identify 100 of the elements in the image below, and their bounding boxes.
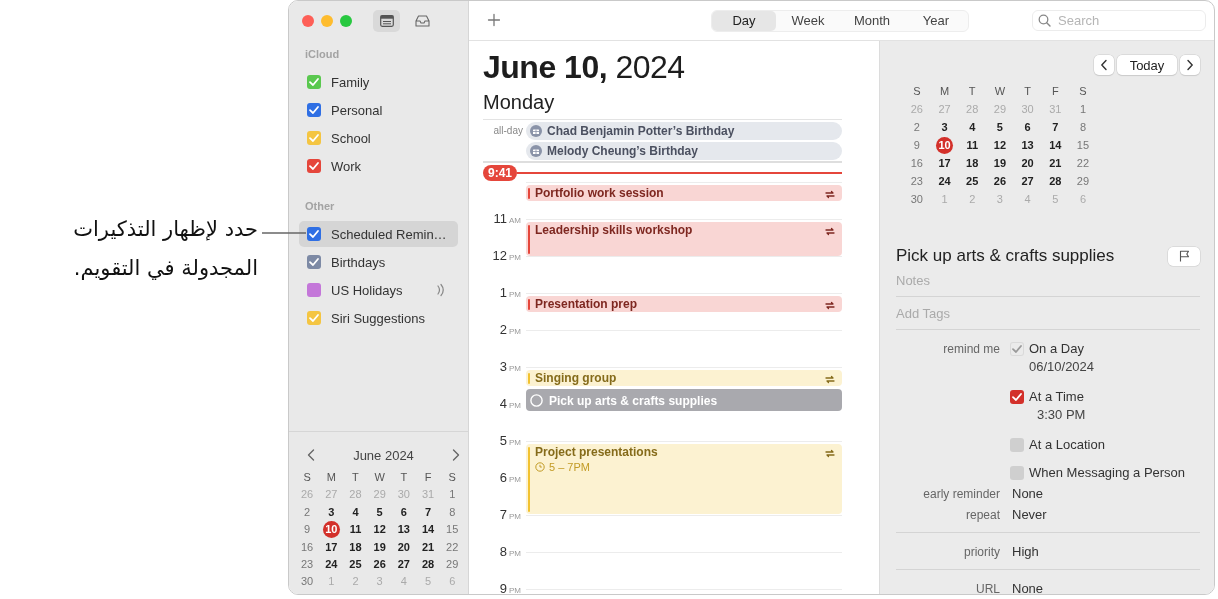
calendar-checkbox[interactable] [307, 131, 321, 145]
calendar-day[interactable]: 5 [376, 505, 383, 518]
calendar-day[interactable]: 29 [446, 557, 459, 570]
calendar-day[interactable]: 30 [910, 193, 923, 205]
calendar-checkbox[interactable] [307, 311, 321, 325]
all-day-event[interactable]: Chad Benjamin Potter’s Birthday [526, 122, 842, 140]
calendar-event[interactable]: Presentation prep [526, 296, 842, 312]
option-checkbox[interactable] [1010, 466, 1024, 480]
calendar-day[interactable]: 17 [325, 540, 338, 553]
calendar-day[interactable]: 15 [446, 523, 459, 536]
calendar-list-item[interactable]: Personal [299, 97, 458, 123]
previous-month-icon[interactable] [307, 449, 315, 462]
calendar-day[interactable]: 6 [1024, 121, 1031, 133]
calendar-day[interactable]: 28 [421, 557, 435, 570]
calendar-day[interactable]: 2 [913, 121, 920, 133]
calendar-event[interactable]: Project presentations 5 – 7PM [526, 444, 842, 514]
calendar-day[interactable]: 6 [400, 505, 407, 518]
calendar-day[interactable]: 29 [1076, 175, 1090, 187]
calendar-day[interactable]: 26 [993, 175, 1007, 187]
field-value[interactable]: High [1012, 543, 1039, 561]
calendar-day[interactable]: 8 [1079, 121, 1087, 133]
calendar-day[interactable]: 4 [969, 121, 976, 133]
view-tab[interactable]: Month [840, 10, 904, 31]
calendar-day[interactable]: 5 [996, 121, 1003, 133]
calendar-day[interactable]: 1 [1079, 103, 1087, 115]
calendar-day[interactable]: 9 [913, 139, 920, 151]
calendar-day[interactable]: 9 [304, 523, 311, 536]
calendar-day[interactable]: 26 [373, 557, 386, 570]
calendar-day[interactable]: 12 [373, 523, 386, 536]
calendar-day[interactable]: 11 [966, 139, 979, 151]
calendar-list-item[interactable]: Family [299, 69, 458, 95]
calendar-day[interactable]: 27 [1021, 175, 1034, 187]
circle-icon[interactable] [530, 394, 543, 407]
calendar-checkbox[interactable] [307, 103, 321, 117]
calendar-day[interactable]: 3 [941, 121, 948, 133]
calendar-day[interactable]: 16 [910, 157, 923, 169]
calendar-checkbox[interactable] [307, 75, 321, 89]
option-checkbox[interactable] [1010, 438, 1024, 452]
today-button[interactable]: Today [1117, 55, 1177, 75]
calendar-day[interactable]: 22 [446, 540, 459, 553]
calendar-day[interactable]: 24 [938, 175, 951, 187]
calendar-list-item[interactable]: Siri Suggestions [299, 305, 458, 331]
zoom-button[interactable] [340, 15, 352, 27]
calendar-day[interactable]: 13 [397, 523, 410, 536]
calendar-checkbox[interactable] [307, 255, 321, 269]
calendar-day[interactable]: 25 [966, 175, 979, 187]
next-month-icon[interactable] [452, 449, 460, 462]
calendar-day[interactable]: 20 [1021, 157, 1034, 169]
calendar-day[interactable]: 3 [328, 505, 335, 518]
calendar-day[interactable]: 10 [322, 520, 340, 538]
calendar-day[interactable]: 18 [349, 540, 362, 553]
calendar-day[interactable]: 22 [1076, 157, 1090, 169]
calendar-list-item[interactable]: School [299, 125, 458, 151]
calendar-day[interactable]: 17 [938, 157, 951, 169]
calendar-day[interactable]: 23 [300, 557, 314, 570]
field-value[interactable]: Never [1012, 506, 1047, 524]
calendar-event[interactable]: Portfolio work session [526, 185, 842, 201]
view-tab[interactable]: Day [712, 10, 776, 31]
field-value[interactable]: None [1012, 580, 1044, 594]
next-day-button[interactable] [1180, 55, 1200, 75]
calendar-day[interactable]: 30 [300, 575, 314, 588]
calendar-day[interactable]: 24 [325, 557, 338, 570]
calendars-toggle-button[interactable] [373, 10, 400, 32]
calendar-day[interactable]: 12 [993, 139, 1007, 151]
calendar-day[interactable]: 14 [1049, 139, 1062, 151]
calendar-day[interactable]: 14 [421, 523, 435, 536]
calendar-list-item[interactable]: Work [299, 153, 458, 179]
calendar-day[interactable]: 1 [449, 488, 456, 501]
calendar-event[interactable]: Singing group [526, 370, 842, 386]
previous-day-button[interactable] [1094, 55, 1114, 75]
calendar-day[interactable]: 21 [421, 540, 435, 553]
calendar-day[interactable]: 21 [1049, 157, 1062, 169]
option-value[interactable]: 3:30 PM [1037, 406, 1186, 424]
calendar-day[interactable]: 19 [373, 540, 386, 553]
add-button[interactable] [487, 12, 503, 29]
view-tab[interactable]: Week [776, 10, 840, 31]
calendar-event[interactable]: Leadership skills workshop [526, 222, 842, 256]
calendar-checkbox[interactable] [307, 227, 321, 241]
search-field[interactable]: Search [1032, 10, 1206, 31]
close-button[interactable] [302, 15, 314, 27]
calendar-list-item[interactable]: US Holidays [299, 277, 458, 303]
calendar-day[interactable]: 7 [1052, 121, 1059, 133]
calendar-list-item[interactable]: Birthdays [299, 249, 458, 275]
calendar-checkbox[interactable] [307, 283, 321, 297]
calendar-day[interactable]: 28 [1049, 175, 1062, 187]
calendar-day[interactable]: 7 [424, 505, 432, 518]
flag-button[interactable] [1168, 246, 1200, 266]
calendar-day[interactable]: 15 [1076, 139, 1090, 151]
calendar-day[interactable]: 13 [1021, 139, 1034, 151]
calendar-day[interactable]: 23 [910, 175, 923, 187]
calendar-day[interactable]: 11 [349, 523, 362, 536]
calendar-day[interactable]: 25 [349, 557, 362, 570]
calendar-day[interactable]: 19 [993, 157, 1007, 169]
view-tab[interactable]: Year [904, 10, 968, 31]
all-day-event[interactable]: Melody Cheung’s Birthday [526, 142, 842, 160]
calendar-day[interactable]: 8 [449, 505, 456, 518]
calendar-day[interactable]: 20 [397, 540, 410, 553]
calendar-day[interactable]: 27 [397, 557, 410, 570]
calendar-day[interactable]: 2 [304, 505, 311, 518]
calendar-day[interactable]: 16 [300, 540, 314, 553]
